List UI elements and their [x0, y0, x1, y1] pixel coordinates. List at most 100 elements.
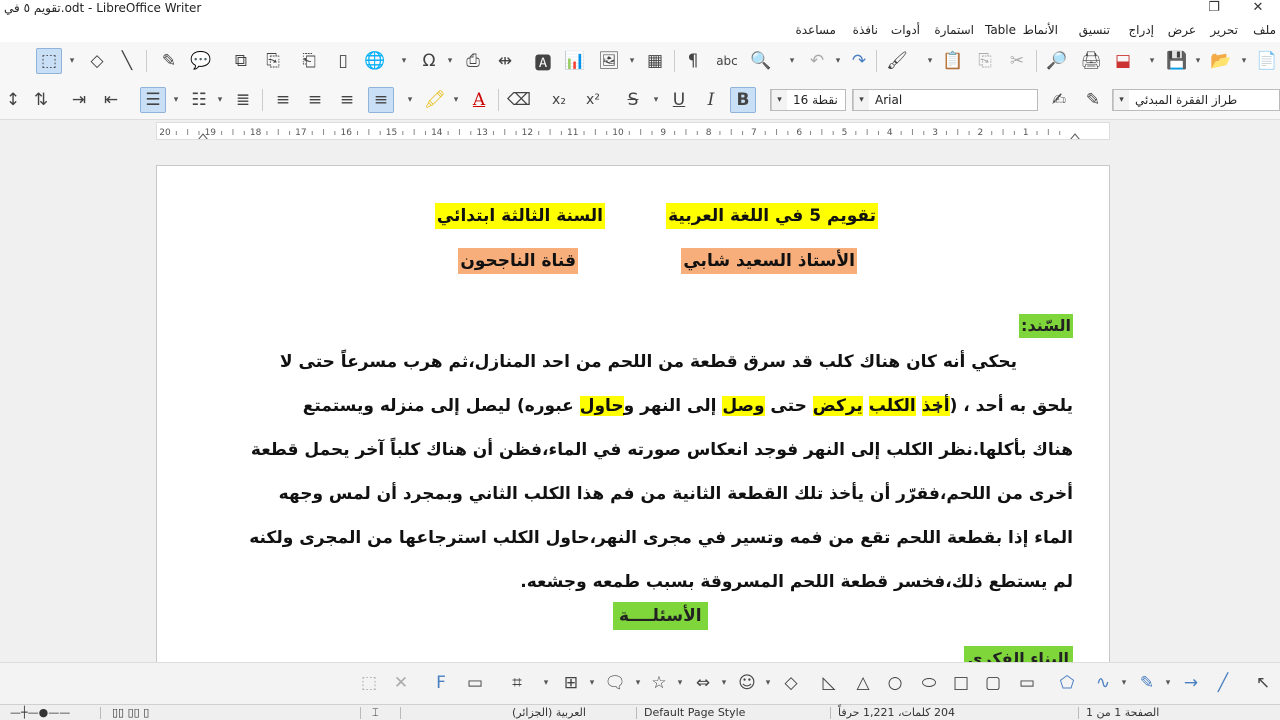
dropdown-arrow-icon[interactable]: ▾: [632, 670, 644, 696]
menu-styles[interactable]: الأنماط: [1023, 23, 1058, 37]
diamond-shape-icon[interactable]: ◇: [84, 48, 110, 74]
close-button[interactable]: ✕: [1238, 0, 1278, 18]
dropdown-arrow-icon[interactable]: ▾: [66, 48, 78, 74]
increase-indent-icon[interactable]: ⇥: [66, 87, 92, 113]
dropdown-arrow-icon[interactable]: ▾: [1162, 670, 1174, 696]
find-replace-icon[interactable]: 🔍: [748, 48, 774, 74]
menu-form[interactable]: استمارة: [934, 23, 974, 37]
special-character-icon[interactable]: Ω: [416, 48, 442, 74]
language-status[interactable]: العربية (الجزائر): [512, 706, 586, 719]
insert-field-icon[interactable]: ⎙: [460, 48, 486, 74]
dropdown-arrow-icon[interactable]: ▾: [170, 87, 182, 113]
dropdown-arrow-icon[interactable]: ▾: [786, 48, 798, 74]
paragraph-style-combo[interactable]: ▾ طراز الفقرة المبدئي: [1112, 89, 1280, 111]
undo-icon[interactable]: ↶: [804, 48, 830, 74]
dropdown-arrow-icon[interactable]: ▾: [626, 48, 638, 74]
paste-icon[interactable]: 📋: [940, 48, 966, 74]
align-center-icon[interactable]: ≡: [334, 87, 360, 113]
bullet-list-icon[interactable]: ≣: [230, 87, 256, 113]
ruler-right-indent-marker[interactable]: [1070, 133, 1080, 139]
zoom-slider[interactable]: —┼—●——: [10, 706, 70, 719]
decrease-indent-icon[interactable]: ⇤: [98, 87, 124, 113]
callout-shape-icon[interactable]: 🗨: [602, 670, 628, 696]
menu-table[interactable]: Table: [985, 23, 1016, 37]
points-icon[interactable]: ✕: [388, 670, 414, 696]
flowchart-icon[interactable]: ⊞: [558, 670, 584, 696]
font-size-combo[interactable]: ▾ 16 نقطة: [770, 89, 846, 111]
comment-icon[interactable]: 💬: [188, 48, 214, 74]
menu-tools[interactable]: أدوات: [891, 23, 920, 37]
save-icon[interactable]: 💾: [1164, 48, 1190, 74]
menu-edit[interactable]: تحرير: [1210, 23, 1238, 37]
rectangle-icon[interactable]: ▭: [1014, 670, 1040, 696]
new-document-icon[interactable]: 📄: [1254, 48, 1280, 74]
insert-textbox-icon[interactable]: ✎: [156, 48, 182, 74]
endnote-icon[interactable]: ⎗: [296, 48, 322, 74]
spellcheck-icon[interactable]: abc: [714, 48, 740, 74]
print-preview-icon[interactable]: 🔎: [1044, 48, 1070, 74]
text-frame-icon[interactable]: ▭: [462, 670, 488, 696]
freeform-icon[interactable]: ✎: [1134, 670, 1160, 696]
star-icon[interactable]: ☆: [646, 670, 672, 696]
font-name-combo[interactable]: ▾ Arial: [852, 89, 1038, 111]
bold-icon[interactable]: B: [730, 87, 756, 113]
align-left-icon[interactable]: ≡: [302, 87, 328, 113]
horizontal-ruler[interactable]: 20 19 18 17 16 15 14 13 12 11 10 9 8 7 6 5 4 3 2 1: [156, 122, 1110, 140]
document-area[interactable]: تقويم 5 في اللغة العربية السنة الثالثة ا…: [0, 140, 1280, 662]
ellipse-icon[interactable]: ⬭: [916, 670, 942, 696]
chart-icon[interactable]: 📊: [562, 48, 588, 74]
block-arrow-icon[interactable]: ⇔: [690, 670, 716, 696]
fontwork-icon[interactable]: F: [428, 670, 454, 696]
triangle-icon[interactable]: △: [850, 670, 876, 696]
right-triangle-icon[interactable]: ◺: [816, 670, 842, 696]
select-pointer-icon[interactable]: ↖: [1250, 670, 1276, 696]
dropdown-arrow-icon[interactable]: ▾: [1146, 48, 1158, 74]
bookmark-icon[interactable]: ▯: [330, 48, 356, 74]
table-icon[interactable]: ▦: [642, 48, 668, 74]
view-layout-icon[interactable]: ▯▯ ▯▯ ▯: [112, 706, 149, 719]
dropdown-arrow-icon[interactable]: ▾: [586, 670, 598, 696]
export-pdf-icon[interactable]: ⬓: [1110, 48, 1136, 74]
document-page[interactable]: تقويم 5 في اللغة العربية السنة الثالثة ا…: [156, 165, 1110, 662]
line-icon[interactable]: ╲: [114, 48, 140, 74]
page-number-status[interactable]: الصفحة 1 من 1: [1086, 706, 1159, 719]
numbered-list-icon[interactable]: ☷: [186, 87, 212, 113]
footnote-icon[interactable]: ⎘: [260, 48, 286, 74]
dropdown-arrow-icon[interactable]: ▾: [214, 87, 226, 113]
circle-icon[interactable]: ○: [882, 670, 908, 696]
dropdown-arrow-icon[interactable]: ▾: [398, 48, 410, 74]
dropdown-arrow-icon[interactable]: ▾: [444, 48, 456, 74]
shape-select-icon[interactable]: ⬚: [356, 670, 382, 696]
word-count-status[interactable]: 204 كلمات، 1,221 حرفاً: [838, 706, 955, 719]
dropdown-arrow-icon[interactable]: ▾: [674, 670, 686, 696]
dropdown-arrow-icon[interactable]: ▾: [1192, 48, 1204, 74]
cross-reference-icon[interactable]: ⧉: [228, 48, 254, 74]
polygon-icon[interactable]: ⬠: [1054, 670, 1080, 696]
align-right-icon[interactable]: ≡: [368, 87, 394, 113]
select-shapes-icon[interactable]: ⬚: [36, 48, 62, 74]
clone-formatting-icon[interactable]: 🖌: [884, 48, 910, 74]
selection-mode-icon[interactable]: ⌶: [372, 706, 379, 720]
rounded-rect-icon[interactable]: ▢: [980, 670, 1006, 696]
arrow-line-icon[interactable]: →: [1178, 670, 1204, 696]
dropdown-arrow-icon[interactable]: ▾: [1238, 48, 1250, 74]
paragraph-spacing-icon[interactable]: ⇅: [28, 87, 54, 113]
dropdown-arrow-icon[interactable]: ▾: [540, 670, 552, 696]
image-icon[interactable]: 🖼: [596, 48, 622, 74]
dropdown-arrow-icon[interactable]: ▾: [832, 48, 844, 74]
formatting-marks-icon[interactable]: ¶: [680, 48, 706, 74]
cut-icon[interactable]: ✂: [1004, 48, 1030, 74]
new-style-icon[interactable]: ✎: [1080, 87, 1106, 113]
font-color-icon[interactable]: A: [466, 87, 492, 113]
menu-format[interactable]: تنسيق: [1079, 23, 1110, 37]
update-style-icon[interactable]: ✍: [1046, 87, 1072, 113]
strikethrough-icon[interactable]: S: [620, 87, 646, 113]
subscript-icon[interactable]: x₂: [546, 87, 572, 113]
page-break-icon[interactable]: ⇹: [492, 48, 518, 74]
redo-icon[interactable]: ↷: [846, 48, 872, 74]
menu-help[interactable]: مساعدة: [795, 23, 836, 37]
clear-formatting-icon[interactable]: ⌫: [506, 87, 532, 113]
superscript-icon[interactable]: x²: [580, 87, 606, 113]
list-icon[interactable]: ☰: [140, 87, 166, 113]
dropdown-arrow-icon[interactable]: ▾: [450, 87, 462, 113]
